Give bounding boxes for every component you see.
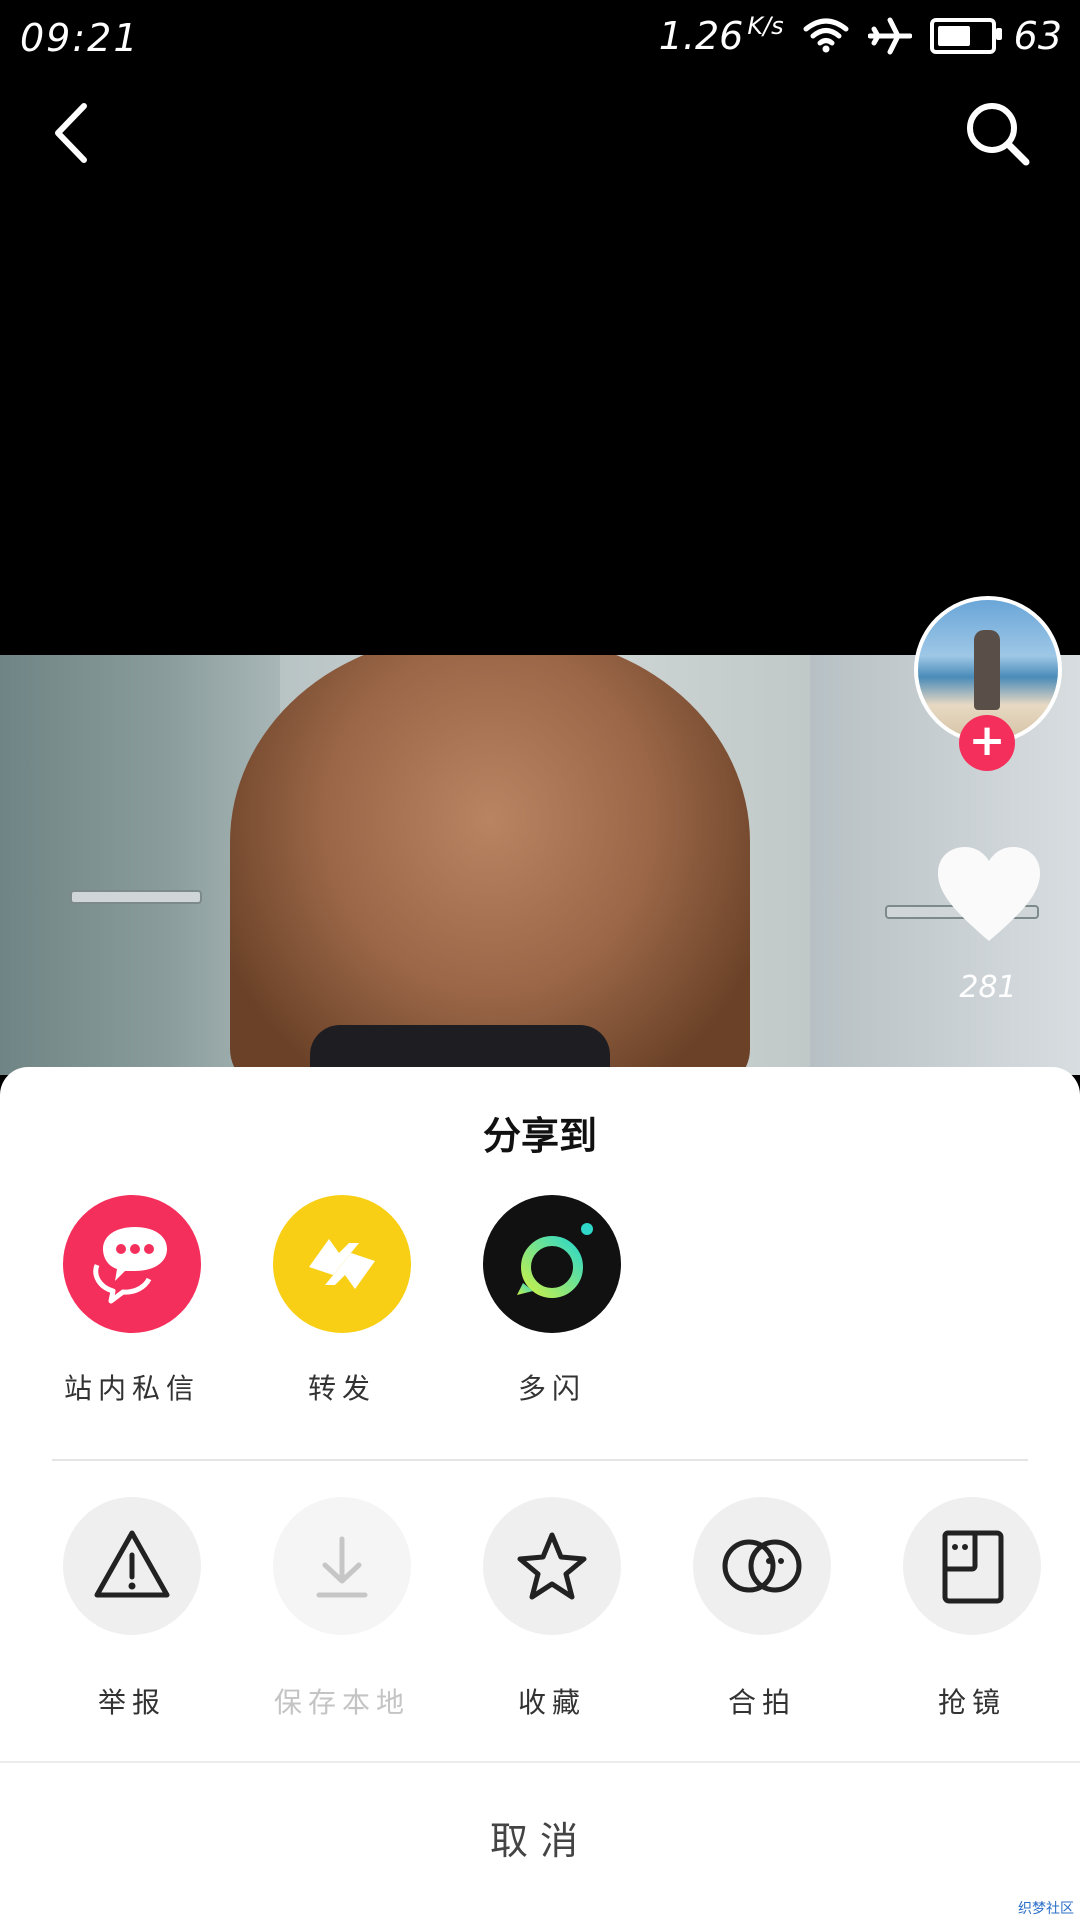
duet-button[interactable]: 合拍 xyxy=(672,1497,852,1721)
chat-bubbles-icon xyxy=(63,1195,201,1333)
react-icon xyxy=(903,1497,1041,1635)
duet-icon xyxy=(693,1497,831,1635)
battery-fill xyxy=(937,26,970,46)
airplane-mode-icon xyxy=(867,16,912,56)
action-label: 合拍 xyxy=(727,1686,796,1719)
action-label: 收藏 xyxy=(517,1686,586,1719)
favorite-button[interactable]: 收藏 xyxy=(462,1497,642,1721)
warning-icon xyxy=(63,1497,201,1635)
action-label: 抢镜 xyxy=(937,1686,1006,1719)
action-label: 保存本地 xyxy=(273,1686,410,1719)
share-sheet: 分享到 站内私信 转发 多闪 举报 保存本地 收藏 合拍 抢镜 取消 织梦社区 xyxy=(0,1067,1080,1920)
share-target-duoshan[interactable]: 多闪 xyxy=(462,1195,642,1407)
status-time: 09:21 xyxy=(20,16,140,60)
network-speed: 1.26 K/s xyxy=(658,12,784,58)
watermark: 织梦社区 xyxy=(1018,1901,1074,1917)
network-speed-unit: K/s xyxy=(747,12,784,40)
report-button[interactable]: 举报 xyxy=(42,1497,222,1721)
like-count: 281 xyxy=(959,970,1017,1005)
chevron-left-icon xyxy=(55,103,87,163)
back-button[interactable] xyxy=(44,98,104,168)
share-sheet-title: 分享到 xyxy=(482,1114,597,1158)
repost-arrows-icon xyxy=(273,1195,411,1333)
heart-icon xyxy=(938,847,1040,941)
download-icon xyxy=(273,1497,411,1635)
share-target-label: 站内私信 xyxy=(63,1372,200,1405)
save-local-button[interactable]: 保存本地 xyxy=(252,1497,432,1721)
react-button[interactable]: 抢镜 xyxy=(882,1497,1062,1721)
star-icon xyxy=(483,1497,621,1635)
like-button[interactable] xyxy=(934,845,1044,945)
network-speed-value: 1.26 xyxy=(658,14,744,58)
plus-icon: + xyxy=(968,715,1006,766)
section-divider xyxy=(52,1459,1028,1461)
search-icon xyxy=(967,103,1030,166)
duoshan-logo-icon xyxy=(483,1195,621,1333)
status-bar: 09:21 1.26 K/s 63 xyxy=(0,0,1080,80)
battery-icon xyxy=(929,18,1002,54)
share-target-label: 转发 xyxy=(307,1372,376,1405)
door-handle xyxy=(70,890,202,904)
action-label: 举报 xyxy=(97,1686,166,1719)
share-target-direct-message[interactable]: 站内私信 xyxy=(42,1195,222,1407)
share-target-repost[interactable]: 转发 xyxy=(252,1195,432,1407)
wifi-icon xyxy=(802,17,850,55)
search-button[interactable] xyxy=(962,98,1032,168)
cancel-button[interactable]: 取消 xyxy=(0,1763,1080,1920)
status-indicators: 1.26 K/s 63 xyxy=(658,12,1062,58)
battery-level: 63 xyxy=(1013,14,1062,58)
video-subject xyxy=(230,655,750,1075)
avatar-figure xyxy=(974,630,1000,710)
video-player[interactable] xyxy=(0,655,1080,1075)
follow-button[interactable]: + xyxy=(959,715,1015,771)
share-target-label: 多闪 xyxy=(517,1372,586,1405)
